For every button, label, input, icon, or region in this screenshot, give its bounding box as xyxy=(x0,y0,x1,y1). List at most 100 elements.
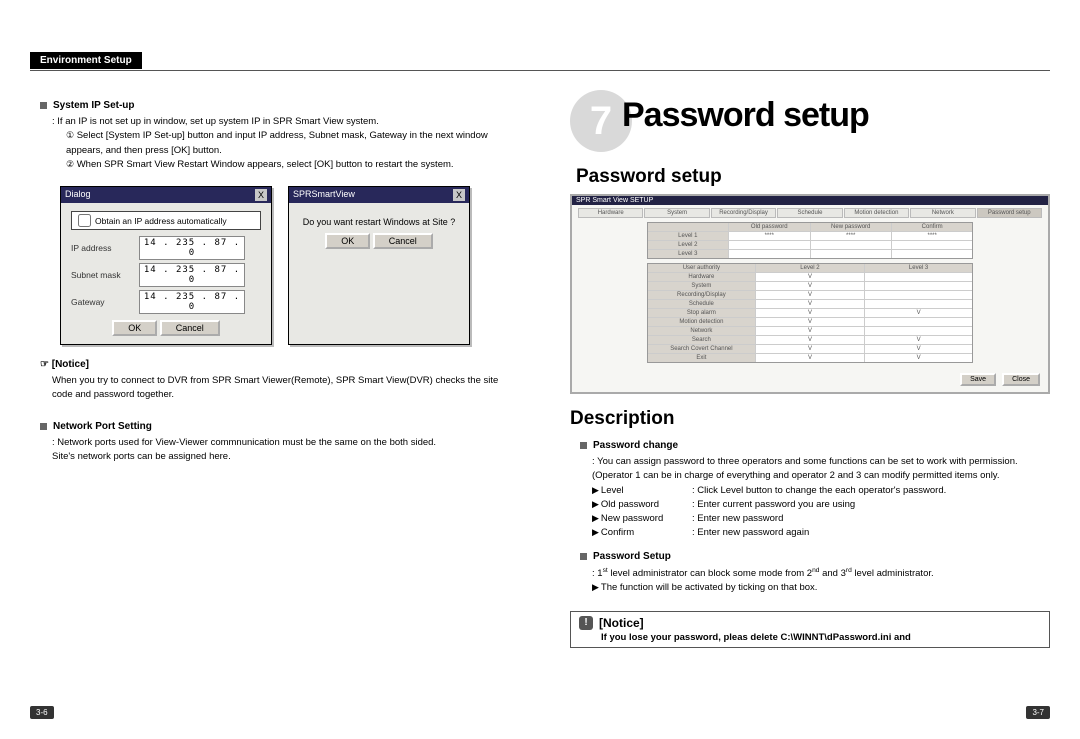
desc-kv-row: ▶Old password: Enter current password yo… xyxy=(592,498,1050,512)
authority-cell[interactable] xyxy=(865,273,973,281)
netport-heading: Network Port Setting xyxy=(53,421,152,432)
password-cell[interactable] xyxy=(729,241,810,249)
authority-cell[interactable]: V xyxy=(865,309,973,317)
authority-cell[interactable]: V xyxy=(865,354,973,362)
desc-kv-row: ▶Confirm: Enter new password again xyxy=(592,526,1050,540)
subnet-input[interactable]: 14 . 235 . 87 . 0 xyxy=(139,263,245,287)
password-cell[interactable] xyxy=(811,250,892,258)
header-chapter: Environment Setup xyxy=(30,52,142,69)
password-cell[interactable]: **** xyxy=(892,232,972,240)
header-rule xyxy=(30,70,1050,71)
desc-kv-row: ▶New password: Enter new password xyxy=(592,512,1050,526)
level-label: Level 3 xyxy=(648,250,729,258)
password-cell[interactable] xyxy=(892,241,972,249)
auto-ip-checkbox-row[interactable]: Obtain an IP address automatically xyxy=(71,211,261,230)
close-button[interactable]: Close xyxy=(1002,373,1040,386)
auto-ip-checkbox[interactable] xyxy=(78,214,91,227)
authority-cell[interactable]: V xyxy=(756,282,865,290)
authority-cell[interactable]: V xyxy=(756,318,865,326)
authority-cell[interactable]: V xyxy=(756,291,865,299)
authority-cell[interactable]: V xyxy=(756,336,865,344)
authority-cell[interactable]: V xyxy=(756,273,865,281)
setup-tab[interactable]: Network xyxy=(910,208,975,218)
left-column: System IP Set-up : If an IP is not set u… xyxy=(30,90,510,648)
sysip-step1: ① Select [System IP Set-up] button and i… xyxy=(66,129,510,158)
authority-label: Search xyxy=(648,336,757,344)
notice-heading: ☞ [Notice] xyxy=(40,359,510,370)
netport-l1: : Network ports used for View-Viewer com… xyxy=(52,436,510,450)
ip-label: IP address xyxy=(71,243,131,253)
authority-label: Search Covert Channel xyxy=(648,345,757,353)
password-cell[interactable]: **** xyxy=(729,232,810,240)
screenshot-window-title: SPR Smart View SETUP xyxy=(572,196,1048,205)
warning-icon: ! xyxy=(579,616,593,630)
ip-input[interactable]: 14 . 235 . 87 . 0 xyxy=(139,236,245,260)
notice-body: When you try to connect to DVR from SPR … xyxy=(52,374,510,403)
desc-kv-row: ▶Level: Click Level button to change the… xyxy=(592,484,1050,498)
chapter-title: Password setup xyxy=(622,96,869,135)
authority-label: Exit xyxy=(648,354,757,362)
cancel-button[interactable]: Cancel xyxy=(373,233,433,249)
restart-dialog-title: SPRSmartView xyxy=(293,189,355,201)
setup-tab[interactable]: Motion detection xyxy=(844,208,909,218)
restart-dialog: SPRSmartView X Do you want restart Window… xyxy=(288,186,470,345)
setup-tab[interactable]: System xyxy=(644,208,709,218)
pws-line1: : 1st level administrator can block some… xyxy=(592,566,1050,581)
right-column: 7 Password setup Password setup SPR Smar… xyxy=(570,90,1050,648)
notice-box: ![Notice] If you lose your password, ple… xyxy=(570,611,1050,648)
password-cell[interactable] xyxy=(892,250,972,258)
dialog-screenshots: DialogX Obtain an IP address automatical… xyxy=(60,186,510,345)
subnet-label: Subnet mask xyxy=(71,270,131,280)
sysip-heading: System IP Set-up xyxy=(53,100,135,111)
setup-tab[interactable]: Recording/Display xyxy=(711,208,776,218)
authority-cell[interactable] xyxy=(865,282,973,290)
password-change-heading: Password change xyxy=(593,440,678,451)
password-cell[interactable] xyxy=(811,241,892,249)
level-label: Level 1 xyxy=(648,232,729,240)
authority-label: Hardware xyxy=(648,273,757,281)
password-cell[interactable] xyxy=(729,250,810,258)
cancel-button[interactable]: Cancel xyxy=(160,320,220,336)
setup-tab[interactable]: Password setup xyxy=(977,208,1042,218)
authority-label: Network xyxy=(648,327,757,335)
gateway-input[interactable]: 14 . 235 . 87 . 0 xyxy=(139,290,245,314)
restart-msg: Do you want restart Windows at Site ? xyxy=(299,217,459,227)
close-icon[interactable]: X xyxy=(453,189,465,201)
authority-cell[interactable] xyxy=(865,300,973,308)
authority-cell[interactable]: V xyxy=(756,345,865,353)
bullet-icon xyxy=(40,102,47,109)
authority-label: Stop alarm xyxy=(648,309,757,317)
ip-dialog: DialogX Obtain an IP address automatical… xyxy=(60,186,272,345)
level-label: Level 2 xyxy=(648,241,729,249)
authority-cell[interactable]: V xyxy=(865,345,973,353)
netport-l2: Site's network ports can be assigned her… xyxy=(52,450,510,464)
section-subtitle: Password setup xyxy=(576,166,1050,188)
ok-button[interactable]: OK xyxy=(325,233,370,249)
authority-label: Motion detection xyxy=(648,318,757,326)
bullet-icon xyxy=(580,553,587,560)
close-icon[interactable]: X xyxy=(255,189,267,201)
setup-tab[interactable]: Schedule xyxy=(777,208,842,218)
ok-button[interactable]: OK xyxy=(112,320,157,336)
authority-cell[interactable]: V xyxy=(865,336,973,344)
password-cell[interactable]: **** xyxy=(811,232,892,240)
authority-label: Schedule xyxy=(648,300,757,308)
right-page-number: 3-7 xyxy=(1026,706,1050,719)
setup-tab[interactable]: Hardware xyxy=(578,208,643,218)
authority-cell[interactable]: V xyxy=(756,300,865,308)
authority-cell[interactable] xyxy=(865,318,973,326)
setup-screenshot: SPR Smart View SETUP HardwareSystemRecor… xyxy=(570,194,1050,394)
authority-cell[interactable] xyxy=(865,291,973,299)
left-page-number: 3-6 xyxy=(30,706,54,719)
notice-box-body: If you lose your password, pleas delete … xyxy=(601,632,1041,643)
authority-cell[interactable] xyxy=(865,327,973,335)
save-button[interactable]: Save xyxy=(960,373,996,386)
password-change-body: : You can assign password to three opera… xyxy=(592,455,1050,484)
gateway-label: Gateway xyxy=(71,297,131,307)
sysip-intro: : If an IP is not set up in window, set … xyxy=(52,115,510,129)
authority-cell[interactable]: V xyxy=(756,354,865,362)
password-setup-heading: Password Setup xyxy=(593,551,671,562)
authority-label: System xyxy=(648,282,757,290)
authority-cell[interactable]: V xyxy=(756,327,865,335)
authority-cell[interactable]: V xyxy=(756,309,865,317)
